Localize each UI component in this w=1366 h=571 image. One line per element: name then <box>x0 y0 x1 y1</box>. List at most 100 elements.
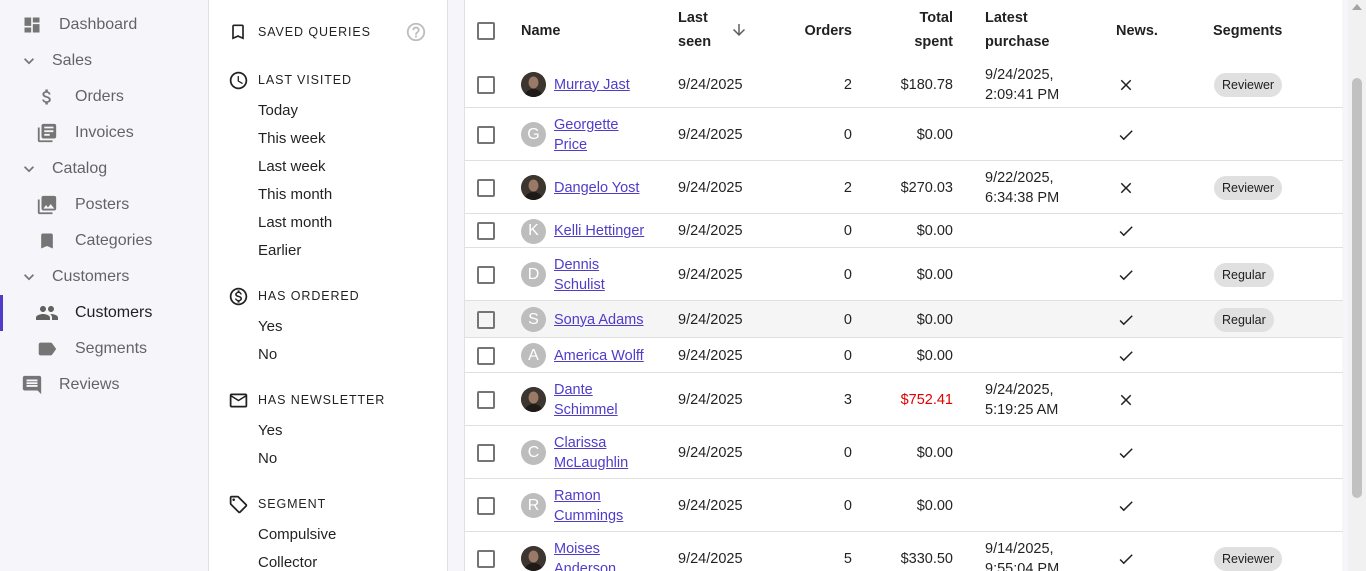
scroll-up-arrow-icon[interactable] <box>1352 4 1362 10</box>
row-checkbox[interactable] <box>477 346 495 365</box>
customer-name-line1[interactable]: Moises <box>554 541 600 557</box>
nav-posters[interactable]: Posters <box>0 187 208 223</box>
table-row[interactable]: K Kelli Hettinger 9/24/2025 0 $0.00 <box>465 214 1343 248</box>
customer-name-line2[interactable]: Cummings <box>554 508 623 524</box>
customer-name-link[interactable]: Clarissa McLaughlin <box>554 433 654 473</box>
filter-last-week[interactable]: Last week <box>258 156 326 178</box>
customer-name-link[interactable]: Ramon Cummings <box>554 486 654 526</box>
customer-name-link[interactable]: Dangelo Yost <box>554 178 674 198</box>
segment-chip[interactable]: Reviewer <box>1214 175 1283 200</box>
nav-segments[interactable]: Segments <box>0 331 208 367</box>
customer-name-link[interactable]: Georgette Price <box>554 115 654 155</box>
customer-name-link[interactable]: Kelli Hettinger <box>554 221 674 241</box>
customer-name-link[interactable]: Murray Jast <box>554 75 674 95</box>
table-row[interactable]: S Sonya Adams 9/24/2025 0 $0.00 Regular <box>465 301 1343 338</box>
filter-today[interactable]: Today <box>258 100 298 122</box>
row-checkbox[interactable] <box>477 549 495 568</box>
customer-name-line1[interactable]: Dennis <box>554 257 599 273</box>
last-seen-cell: 9/24/2025 <box>678 179 743 196</box>
table-row[interactable]: Murray Jast 9/24/2025 2 $180.78 9/24/2025, 2:… <box>465 61 1343 108</box>
nav-categories[interactable]: Categories <box>0 223 208 259</box>
customer-name-line2[interactable]: Price <box>554 137 587 153</box>
nav-customers[interactable]: Customers <box>0 295 208 331</box>
nav-invoices[interactable]: Invoices <box>0 115 208 151</box>
row-checkbox[interactable] <box>477 310 495 329</box>
filter-last-month[interactable]: Last month <box>258 212 332 234</box>
row-checkbox[interactable] <box>477 125 495 144</box>
nav-group-customers[interactable]: Customers <box>0 259 208 295</box>
customer-name-line1[interactable]: Ramon <box>554 488 601 504</box>
chevron-down-icon <box>17 265 41 289</box>
customer-name-link[interactable]: America Wolff <box>554 346 674 366</box>
row-checkbox[interactable] <box>477 443 495 462</box>
segment-chip[interactable]: Reviewer <box>1214 546 1283 571</box>
filter-newsletter-yes[interactable]: Yes <box>258 420 282 442</box>
customer-name-line1[interactable]: Dante <box>554 382 593 398</box>
segment-chip[interactable]: Reviewer <box>1214 72 1283 97</box>
filter-newsletter-no[interactable]: No <box>258 448 277 470</box>
orders-cell: 0 <box>843 497 852 514</box>
table-row[interactable]: G Georgette Price 9/24/2025 0 $0.00 <box>465 108 1343 161</box>
select-all-checkbox[interactable] <box>477 22 495 40</box>
customer-name-link[interactable]: Moises Anderson <box>554 539 654 571</box>
segment-chip[interactable]: Regular <box>1214 262 1274 287</box>
dollar-icon <box>35 85 59 109</box>
header-last-seen-line1[interactable]: Last <box>678 6 708 30</box>
row-checkbox[interactable] <box>477 265 495 284</box>
row-checkbox[interactable] <box>477 390 495 409</box>
table-row[interactable]: Dangelo Yost 9/24/2025 2 $270.03 9/22/2025, 6… <box>465 161 1343 214</box>
help-icon[interactable] <box>405 21 427 43</box>
header-purchase-line2[interactable]: purchase <box>985 30 1049 54</box>
scrollbar[interactable] <box>1348 0 1366 571</box>
label-icon <box>35 337 59 361</box>
customer-name-line2[interactable]: McLaughlin <box>554 455 628 471</box>
last-seen-cell: 9/24/2025 <box>678 266 743 283</box>
filter-earlier[interactable]: Earlier <box>258 240 301 262</box>
nav-orders[interactable]: Orders <box>0 79 208 115</box>
avatar: A <box>521 343 546 368</box>
table-row[interactable]: Dante Schimmel 9/24/2025 3 $752.41 9/24/2025,… <box>465 373 1343 426</box>
check-icon <box>1117 347 1135 365</box>
header-last-seen-line2[interactable]: seen <box>678 30 711 54</box>
filter-ordered-yes[interactable]: Yes <box>258 316 282 338</box>
filter-segment-compulsive[interactable]: Compulsive <box>258 524 336 546</box>
header-newsletter[interactable]: News. <box>1116 19 1158 43</box>
nav-reviews[interactable]: Reviews <box>0 367 208 403</box>
table-row[interactable]: R Ramon Cummings 9/24/2025 0 $0.00 <box>465 479 1343 532</box>
last-seen-cell: 9/24/2025 <box>678 347 743 364</box>
customer-name-line2[interactable]: Anderson <box>554 561 616 571</box>
header-purchase-line1[interactable]: Latest <box>985 6 1028 30</box>
row-checkbox[interactable] <box>477 496 495 515</box>
header-total-line1[interactable]: Total <box>863 6 953 30</box>
customer-name-link[interactable]: Dennis Schulist <box>554 255 654 295</box>
header-orders[interactable]: Orders <box>765 19 852 43</box>
row-checkbox[interactable] <box>477 178 495 197</box>
table-row[interactable]: Moises Anderson 9/24/2025 5 $330.50 9/14/2025… <box>465 532 1343 571</box>
header-name[interactable]: Name <box>521 19 561 43</box>
table-row[interactable]: C Clarissa McLaughlin 9/24/2025 0 $0.00 <box>465 426 1343 479</box>
nav-dashboard[interactable]: Dashboard <box>0 7 208 43</box>
header-total-line2[interactable]: spent <box>863 30 953 54</box>
nav-group-sales[interactable]: Sales <box>0 43 208 79</box>
customer-name-link[interactable]: Sonya Adams <box>554 310 674 330</box>
customer-name-link[interactable]: Dante Schimmel <box>554 380 654 420</box>
total-spent-cell: $0.00 <box>916 266 953 283</box>
nav-group-catalog[interactable]: Catalog <box>0 151 208 187</box>
segment-chip[interactable]: Regular <box>1214 307 1274 332</box>
filter-this-month[interactable]: This month <box>258 184 332 206</box>
scrollbar-thumb[interactable] <box>1352 78 1362 498</box>
customer-name-line2[interactable]: Schimmel <box>554 402 618 418</box>
customer-name-line2[interactable]: Schulist <box>554 277 605 293</box>
filter-segment-collector[interactable]: Collector <box>258 552 317 571</box>
row-checkbox[interactable] <box>477 222 495 240</box>
filter-ordered-no[interactable]: No <box>258 344 277 366</box>
avatar: D <box>521 262 546 287</box>
customer-name-line1[interactable]: Clarissa <box>554 435 606 451</box>
filter-this-week[interactable]: This week <box>258 128 326 150</box>
table-row[interactable]: A America Wolff 9/24/2025 0 $0.00 <box>465 338 1343 373</box>
table-row[interactable]: D Dennis Schulist 9/24/2025 0 $0.00 Regular <box>465 248 1343 301</box>
sort-arrow-down-icon[interactable] <box>730 21 748 39</box>
customer-name-line1[interactable]: Georgette <box>554 117 619 133</box>
orders-cell: 0 <box>843 266 852 283</box>
row-checkbox[interactable] <box>477 75 495 94</box>
